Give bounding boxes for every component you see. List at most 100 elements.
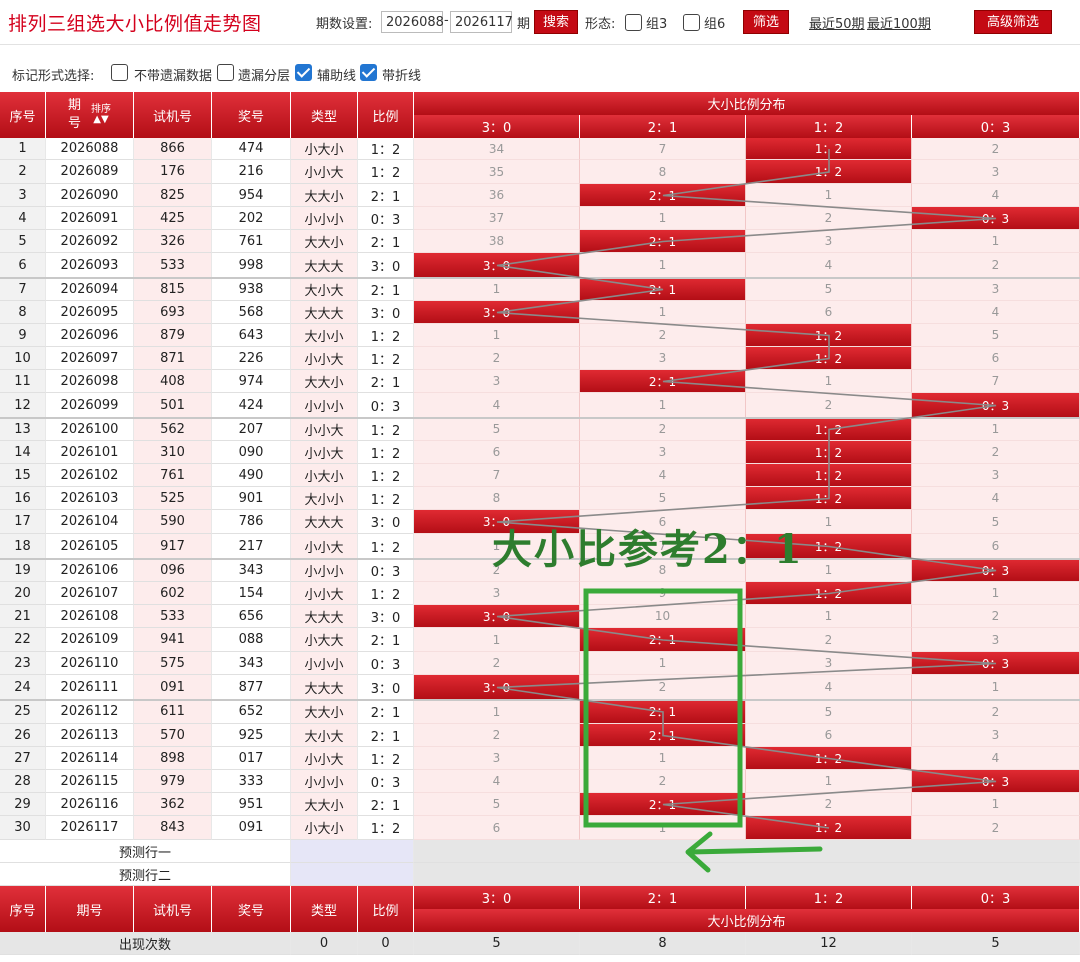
advanced-filter-button[interactable]: 高级筛选 xyxy=(974,10,1052,34)
period-from-input[interactable]: 2026088 xyxy=(381,11,444,33)
row-ratio: 3：0 xyxy=(358,301,414,324)
dist-omission-cell: 6 xyxy=(414,816,580,840)
sort-arrows-icon[interactable]: ▲▼ xyxy=(93,115,108,125)
row-issue: 2026093 xyxy=(46,253,134,278)
row-prize-number: 088 xyxy=(212,628,291,652)
header-issue[interactable]: 期号排序 ▲▼ xyxy=(46,92,134,138)
filter-button[interactable]: 筛选 xyxy=(743,10,789,34)
dist-omission-cell: 1 xyxy=(414,324,580,347)
row-test-number: 590 xyxy=(134,510,212,534)
dist-omission-cell: 38 xyxy=(414,230,580,253)
row-seq: 19 xyxy=(0,559,46,582)
dist-hit-cell: 1：2 xyxy=(746,160,912,184)
row-test-number: 611 xyxy=(134,700,212,724)
stats-dist-count: 5 xyxy=(414,932,580,955)
header-issue-a: 期 xyxy=(67,98,81,113)
row-ratio: 2：1 xyxy=(358,793,414,816)
footer-prize: 奖号 xyxy=(212,886,291,932)
row-type: 大大大 xyxy=(291,605,358,628)
row-seq: 10 xyxy=(0,347,46,370)
recent-50-link[interactable]: 最近50期 xyxy=(809,13,865,32)
row-prize-number: 217 xyxy=(212,534,291,559)
row-seq: 9 xyxy=(0,324,46,347)
group3-checkbox[interactable] xyxy=(625,14,642,31)
dist-omission-cell: 1 xyxy=(580,816,746,840)
row-ratio: 1：2 xyxy=(358,160,414,184)
recent-100-link[interactable]: 最近100期 xyxy=(867,13,931,32)
footer-dist-col: 0：3 xyxy=(912,886,1080,909)
predict-row-2-input[interactable] xyxy=(291,863,414,886)
group-separator xyxy=(0,699,1080,701)
row-issue: 2026104 xyxy=(46,510,134,534)
dist-omission-cell: 34 xyxy=(414,138,580,160)
row-prize-number: 474 xyxy=(212,138,291,160)
dist-omission-cell: 35 xyxy=(414,160,580,184)
dist-hit-cell: 0：3 xyxy=(912,559,1080,582)
annotation-text: 大小比参考2：1 xyxy=(492,526,804,573)
row-type: 大小小 xyxy=(291,324,358,347)
dist-omission-cell: 2 xyxy=(580,675,746,700)
row-issue: 2026102 xyxy=(46,464,134,487)
stats-type: 0 xyxy=(291,932,358,955)
row-type: 大大大 xyxy=(291,301,358,324)
row-type: 小小大 xyxy=(291,160,358,184)
row-issue: 2026113 xyxy=(46,724,134,747)
row-issue: 2026101 xyxy=(46,441,134,464)
row-issue: 2026105 xyxy=(46,534,134,559)
row-type: 小小大 xyxy=(291,747,358,770)
option-omission-layer-checkbox[interactable] xyxy=(217,64,234,81)
dist-hit-cell: 2：1 xyxy=(580,724,746,747)
dist-omission-cell: 2 xyxy=(912,816,1080,840)
dist-omission-cell: 1 xyxy=(912,675,1080,700)
row-prize-number: 333 xyxy=(212,770,291,793)
dist-omission-cell: 2 xyxy=(746,793,912,816)
row-type: 小小大 xyxy=(291,582,358,605)
row-issue: 2026111 xyxy=(46,675,134,700)
row-type: 小小小 xyxy=(291,393,358,418)
row-issue: 2026108 xyxy=(46,605,134,628)
row-issue: 2026117 xyxy=(46,816,134,840)
option-no-omission-checkbox[interactable] xyxy=(111,64,128,81)
row-seq: 2 xyxy=(0,160,46,184)
row-seq: 3 xyxy=(0,184,46,207)
predict-row-2-dist[interactable] xyxy=(414,863,1080,886)
dist-hit-cell: 1：2 xyxy=(746,347,912,370)
row-type: 小大小 xyxy=(291,464,358,487)
row-type: 小大小 xyxy=(291,816,358,840)
dist-omission-cell: 4 xyxy=(746,675,912,700)
mark-options-label: 标记形式选择: xyxy=(12,69,95,84)
header-type: 类型 xyxy=(291,92,358,138)
row-ratio: 0：3 xyxy=(358,652,414,675)
footer-type: 类型 xyxy=(291,886,358,932)
row-ratio: 1：2 xyxy=(358,347,414,370)
predict-row-1-input[interactable] xyxy=(291,840,414,863)
dist-omission-cell: 1 xyxy=(746,605,912,628)
dist-omission-cell: 8 xyxy=(580,160,746,184)
dist-omission-cell: 1 xyxy=(746,370,912,393)
option-aux-line-checkbox[interactable] xyxy=(295,64,312,81)
search-button[interactable]: 搜索 xyxy=(534,10,578,34)
row-test-number: 879 xyxy=(134,324,212,347)
row-test-number: 408 xyxy=(134,370,212,393)
row-issue: 2026097 xyxy=(46,347,134,370)
row-type: 大小大 xyxy=(291,278,358,301)
dist-hit-cell: 1：2 xyxy=(746,138,912,160)
option-polyline-checkbox[interactable] xyxy=(360,64,377,81)
dist-omission-cell: 4 xyxy=(912,487,1080,510)
predict-row-1-dist[interactable] xyxy=(414,840,1080,863)
group6-checkbox[interactable] xyxy=(683,14,700,31)
footer-issue: 期号 xyxy=(46,886,134,932)
period-to-input[interactable]: 2026117 xyxy=(450,11,513,33)
row-issue: 2026089 xyxy=(46,160,134,184)
row-seq: 15 xyxy=(0,464,46,487)
row-type: 大大大 xyxy=(291,675,358,700)
dist-hit-cell: 2：1 xyxy=(580,278,746,301)
row-seq: 28 xyxy=(0,770,46,793)
row-ratio: 2：1 xyxy=(358,184,414,207)
row-test-number: 091 xyxy=(134,675,212,700)
row-test-number: 898 xyxy=(134,747,212,770)
stats-label: 出现次数 xyxy=(0,932,291,955)
footer-dist-col: 1：2 xyxy=(746,886,912,909)
dist-omission-cell: 1 xyxy=(414,278,580,301)
row-issue: 2026094 xyxy=(46,278,134,301)
